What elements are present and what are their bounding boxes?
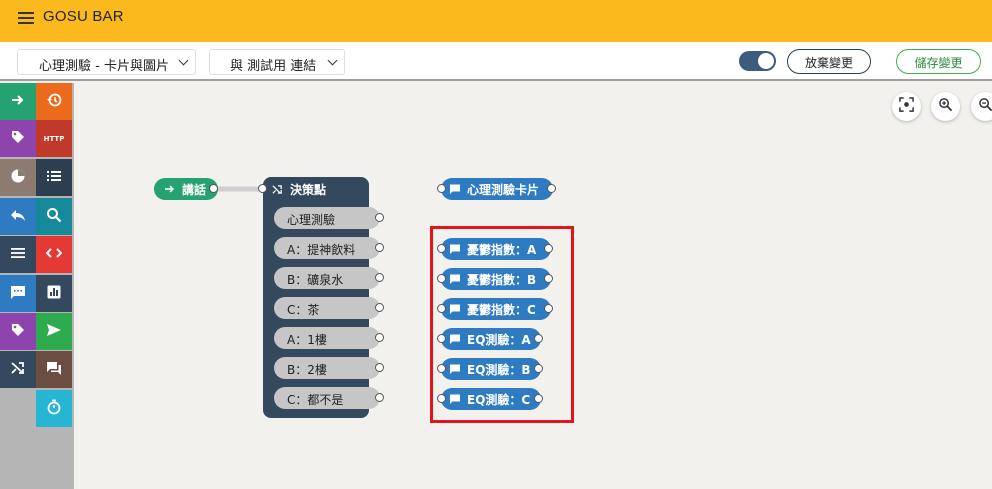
http-icon: HTTP	[43, 134, 65, 143]
zoom-out-icon	[978, 97, 992, 116]
palette-item-history[interactable]	[36, 83, 72, 120]
output-port[interactable]	[375, 243, 384, 252]
timer-icon	[46, 399, 62, 419]
palette-item-search[interactable]	[36, 198, 72, 235]
output-port[interactable]	[375, 393, 384, 402]
flow-node-card[interactable]: 心理測驗卡片	[437, 178, 556, 200]
option-label: C：茶	[287, 303, 320, 317]
option-label: A：提神飲料	[287, 243, 356, 257]
history-icon	[46, 92, 62, 112]
option-label: B：2樓	[287, 363, 327, 377]
palette-item-code[interactable]	[36, 236, 72, 273]
palette-item-arrow[interactable]	[0, 83, 36, 120]
save-changes-button[interactable]: 儲存變更	[896, 49, 981, 74]
flow-select[interactable]: 心理測驗 - 卡片與圖片	[17, 49, 196, 75]
decision-option[interactable]: A：1樓	[274, 327, 384, 349]
decision-input-port[interactable]	[258, 184, 267, 193]
output-port[interactable]	[375, 363, 384, 372]
palette-item-forum[interactable]	[36, 351, 72, 388]
option-label: A：1樓	[287, 333, 327, 347]
decision-option[interactable]: C：茶	[274, 297, 384, 319]
pie-chart-icon	[10, 168, 26, 188]
palette-item-menu[interactable]	[0, 236, 36, 273]
palette-item-chat[interactable]	[0, 275, 36, 312]
decision-option[interactable]: C：都不是	[274, 387, 384, 409]
app-title: GOSU BAR	[43, 8, 124, 25]
flow-select-value: 心理測驗 - 卡片與圖片	[39, 59, 169, 74]
output-port[interactable]	[547, 184, 556, 193]
decision-title: 決策點	[272, 181, 326, 198]
zoom-in-button[interactable]	[931, 92, 960, 121]
menu-icon[interactable]	[18, 12, 34, 25]
search-icon	[46, 207, 62, 227]
tag-icon	[10, 129, 26, 149]
chevron-down-icon	[178, 55, 189, 66]
output-port[interactable]	[375, 303, 384, 312]
output-port[interactable]	[375, 273, 384, 282]
palette-item-http[interactable]: HTTP	[36, 120, 72, 157]
arrow-right-icon	[164, 183, 176, 195]
tag-icon	[10, 322, 26, 342]
bar-chart-icon	[46, 284, 62, 304]
link-select[interactable]: 與 測試用 連結	[209, 49, 345, 75]
decision-option[interactable]: A：提神飲料	[274, 237, 384, 259]
node-label: 心理測驗卡片	[467, 182, 540, 197]
palette-item-pie[interactable]	[0, 159, 36, 196]
forum-icon	[46, 360, 62, 380]
output-port[interactable]	[209, 184, 218, 193]
palette-item-tag[interactable]	[0, 120, 36, 157]
palette-item-timer[interactable]	[36, 390, 72, 427]
decision-title-label: 決策點	[290, 183, 327, 197]
output-port[interactable]	[375, 333, 384, 342]
mode-toggle[interactable]	[739, 51, 776, 71]
list-icon	[46, 168, 62, 188]
palette-item-reply[interactable]	[0, 198, 36, 235]
input-port[interactable]	[437, 184, 446, 193]
link-select-value: 與 測試用 連結	[230, 59, 317, 74]
option-label: B：礦泉水	[287, 273, 344, 287]
code-icon	[45, 245, 63, 265]
option-label: C：都不是	[287, 393, 344, 407]
palette-item-tag-2[interactable]	[0, 313, 36, 350]
flow-node-talk[interactable]: 講話	[154, 178, 218, 200]
palette-item-list[interactable]	[36, 159, 72, 196]
chat-icon	[449, 183, 461, 195]
zoom-out-button[interactable]	[971, 92, 992, 121]
reply-icon	[10, 207, 26, 227]
highlight-box	[430, 226, 574, 423]
decision-option[interactable]: 心理測驗	[274, 207, 384, 229]
toggle-knob	[758, 53, 774, 69]
output-port[interactable]	[375, 213, 384, 222]
palette-item-send[interactable]	[36, 313, 72, 350]
menu-icon	[10, 245, 26, 265]
node-label: 講話	[182, 182, 207, 197]
fit-view-icon	[899, 97, 914, 116]
decision-option[interactable]: B：2樓	[274, 357, 384, 379]
app-header: GOSU BAR	[0, 0, 992, 42]
shuffle-icon	[272, 185, 282, 194]
arrow-right-icon	[10, 92, 26, 112]
discard-changes-button[interactable]: 放棄變更	[787, 49, 871, 74]
option-label: 心理測驗	[287, 213, 336, 227]
shuffle-icon	[10, 360, 26, 380]
decision-option[interactable]: B：礦泉水	[274, 267, 384, 289]
palette-item-chart[interactable]	[36, 275, 72, 312]
palette-item-shuffle[interactable]	[0, 351, 36, 388]
send-icon	[46, 322, 62, 342]
chevron-down-icon	[327, 55, 338, 66]
chat-icon	[10, 284, 26, 304]
zoom-in-icon	[938, 97, 953, 116]
fit-view-button[interactable]	[892, 92, 921, 121]
